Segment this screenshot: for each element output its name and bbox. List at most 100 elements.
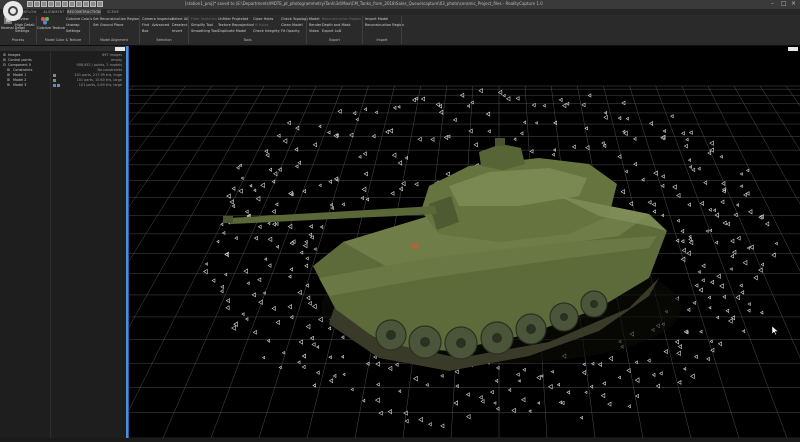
model-lock-icon[interactable] <box>57 84 60 87</box>
camera-marker <box>260 182 265 189</box>
camera-marker <box>391 152 397 158</box>
camera-marker <box>373 354 377 360</box>
camera-marker <box>693 354 698 360</box>
camera-marker <box>759 310 764 315</box>
camera-marker <box>550 369 554 374</box>
set-reconstruction-region-button[interactable]: Set Reconstruction Region <box>93 17 139 21</box>
camera-marker <box>743 192 747 198</box>
tank-model[interactable] <box>223 138 681 371</box>
camera-marker <box>740 290 745 295</box>
colorize-texture-icon[interactable] <box>40 16 50 25</box>
advanced-button[interactable]: Advanced <box>152 23 169 27</box>
depth-and-mask-button[interactable]: Depth and Mask <box>322 23 351 27</box>
camera-marker <box>374 110 378 115</box>
camera-marker <box>691 167 696 173</box>
duplicate-model-button[interactable]: Duplicate Model <box>218 29 246 33</box>
camera-marker <box>425 382 429 387</box>
process-settings-button[interactable]: Settings <box>15 29 29 33</box>
camera-marker <box>683 143 688 149</box>
expand-icon[interactable]: ⊞ <box>7 83 10 88</box>
quick-access-save-icon[interactable] <box>41 1 47 7</box>
group-label-selection: Selection <box>156 37 172 42</box>
app-logo-icon[interactable] <box>3 1 23 21</box>
camera-marker <box>203 268 208 275</box>
camera-marker <box>736 235 741 241</box>
camera-marker <box>394 362 399 367</box>
render-button[interactable]: Render <box>309 23 321 27</box>
export-reconstruction-region-button[interactable]: Reconstruction Region <box>322 17 361 21</box>
camera-marker <box>267 263 272 268</box>
camera-marker <box>341 202 345 207</box>
model-visibility-icon[interactable] <box>53 79 56 82</box>
panel-column-divider[interactable] <box>50 51 51 438</box>
box-select-button[interactable]: Box <box>142 29 149 33</box>
export-lod-button[interactable]: Export LoD <box>322 29 341 33</box>
fit-opacity-button[interactable]: Fit Opacity <box>281 29 300 33</box>
texture-reprojection-button[interactable]: Texture Reprojection <box>218 23 254 27</box>
quick-access-layout4-icon[interactable] <box>83 1 89 7</box>
camera-marker <box>318 124 322 129</box>
check-topology-button[interactable]: Check Topology <box>281 17 308 21</box>
quick-access-new-icon[interactable] <box>27 1 33 7</box>
set-ground-plane-button[interactable]: Set Ground Plane <box>93 23 123 27</box>
camera-marker <box>487 129 491 134</box>
invert-selection-button[interactable]: Invert <box>172 29 182 33</box>
camera-marker <box>677 344 682 350</box>
select-all-button[interactable]: Select All <box>172 17 188 21</box>
check-integrity-button[interactable]: Check Integrity <box>253 29 280 33</box>
video-button[interactable]: Video <box>309 29 319 33</box>
quick-access-layout3-icon[interactable] <box>76 1 82 7</box>
camera-marker <box>231 204 236 209</box>
quick-access-layout2-icon[interactable] <box>69 1 75 7</box>
camera-marker <box>238 163 242 168</box>
quick-access-redo-icon[interactable] <box>55 1 61 7</box>
high-detail-button[interactable]: High Detail <box>15 23 34 27</box>
camera-marker <box>493 401 497 405</box>
quick-access-layout6-icon[interactable] <box>97 1 103 7</box>
camera-marker <box>453 400 459 406</box>
export-model-button[interactable]: Model <box>309 17 320 21</box>
filter-selection-button[interactable]: Filter Selection <box>191 17 217 21</box>
model-visibility-icon[interactable] <box>53 74 56 77</box>
3d-scene[interactable] <box>0 46 800 439</box>
simplify-tool-button[interactable]: Simplify Tool <box>191 23 213 27</box>
import-reconstruction-region-button[interactable]: Reconstruction Region <box>365 23 404 27</box>
camera-marker <box>703 180 708 185</box>
panel-layout-button[interactable] <box>115 46 125 51</box>
camera-marker <box>697 166 701 171</box>
deselect-button[interactable]: Deselect <box>172 23 187 27</box>
clean-model-button[interactable]: Clean Model <box>281 23 303 27</box>
unwrap-button[interactable]: Unwrap <box>66 23 79 27</box>
quick-access-layout-icon[interactable] <box>62 1 68 7</box>
viewport-layout-button[interactable] <box>788 46 798 51</box>
camera-inspector-button[interactable]: Camera Inspector <box>142 17 173 21</box>
quick-access-undo-icon[interactable] <box>48 1 54 7</box>
camera-marker <box>685 137 689 142</box>
camera-marker <box>651 202 656 207</box>
camera-marker <box>531 102 536 108</box>
maximize-button[interactable]: □ <box>781 0 787 8</box>
unfilter-projected-button[interactable]: Unfilter Projected <box>218 17 248 21</box>
3d-viewport[interactable] <box>0 46 800 439</box>
find-button[interactable]: Find <box>142 23 149 27</box>
smoothing-tool-button[interactable]: Smoothing Tool <box>191 29 218 33</box>
camera-marker <box>252 329 257 335</box>
model-visibility-icon[interactable] <box>53 84 56 87</box>
close-button[interactable]: × <box>791 0 796 8</box>
minimize-button[interactable]: – <box>771 0 774 8</box>
colorize-texture-button[interactable]: Colorize Texture <box>37 26 65 30</box>
close-holes-button[interactable]: Close Holes <box>253 17 273 21</box>
camera-marker <box>312 383 317 388</box>
import-model-button[interactable]: Import Model <box>365 17 388 21</box>
camera-marker <box>747 308 751 313</box>
quick-access-layout5-icon[interactable] <box>90 1 96 7</box>
camera-marker <box>686 307 691 312</box>
texture-settings-button[interactable]: Settings <box>66 29 80 33</box>
camera-marker <box>313 247 317 251</box>
camera-marker <box>716 273 721 279</box>
quick-access-open-icon[interactable] <box>34 1 40 7</box>
fill-holes-button[interactable]: Fill Holes <box>253 23 269 27</box>
tree-row-model-3[interactable]: ⊞ Model 3 101 parts, 0.69 tris, large <box>0 83 126 88</box>
camera-marker <box>730 253 735 259</box>
camera-marker <box>697 270 701 274</box>
